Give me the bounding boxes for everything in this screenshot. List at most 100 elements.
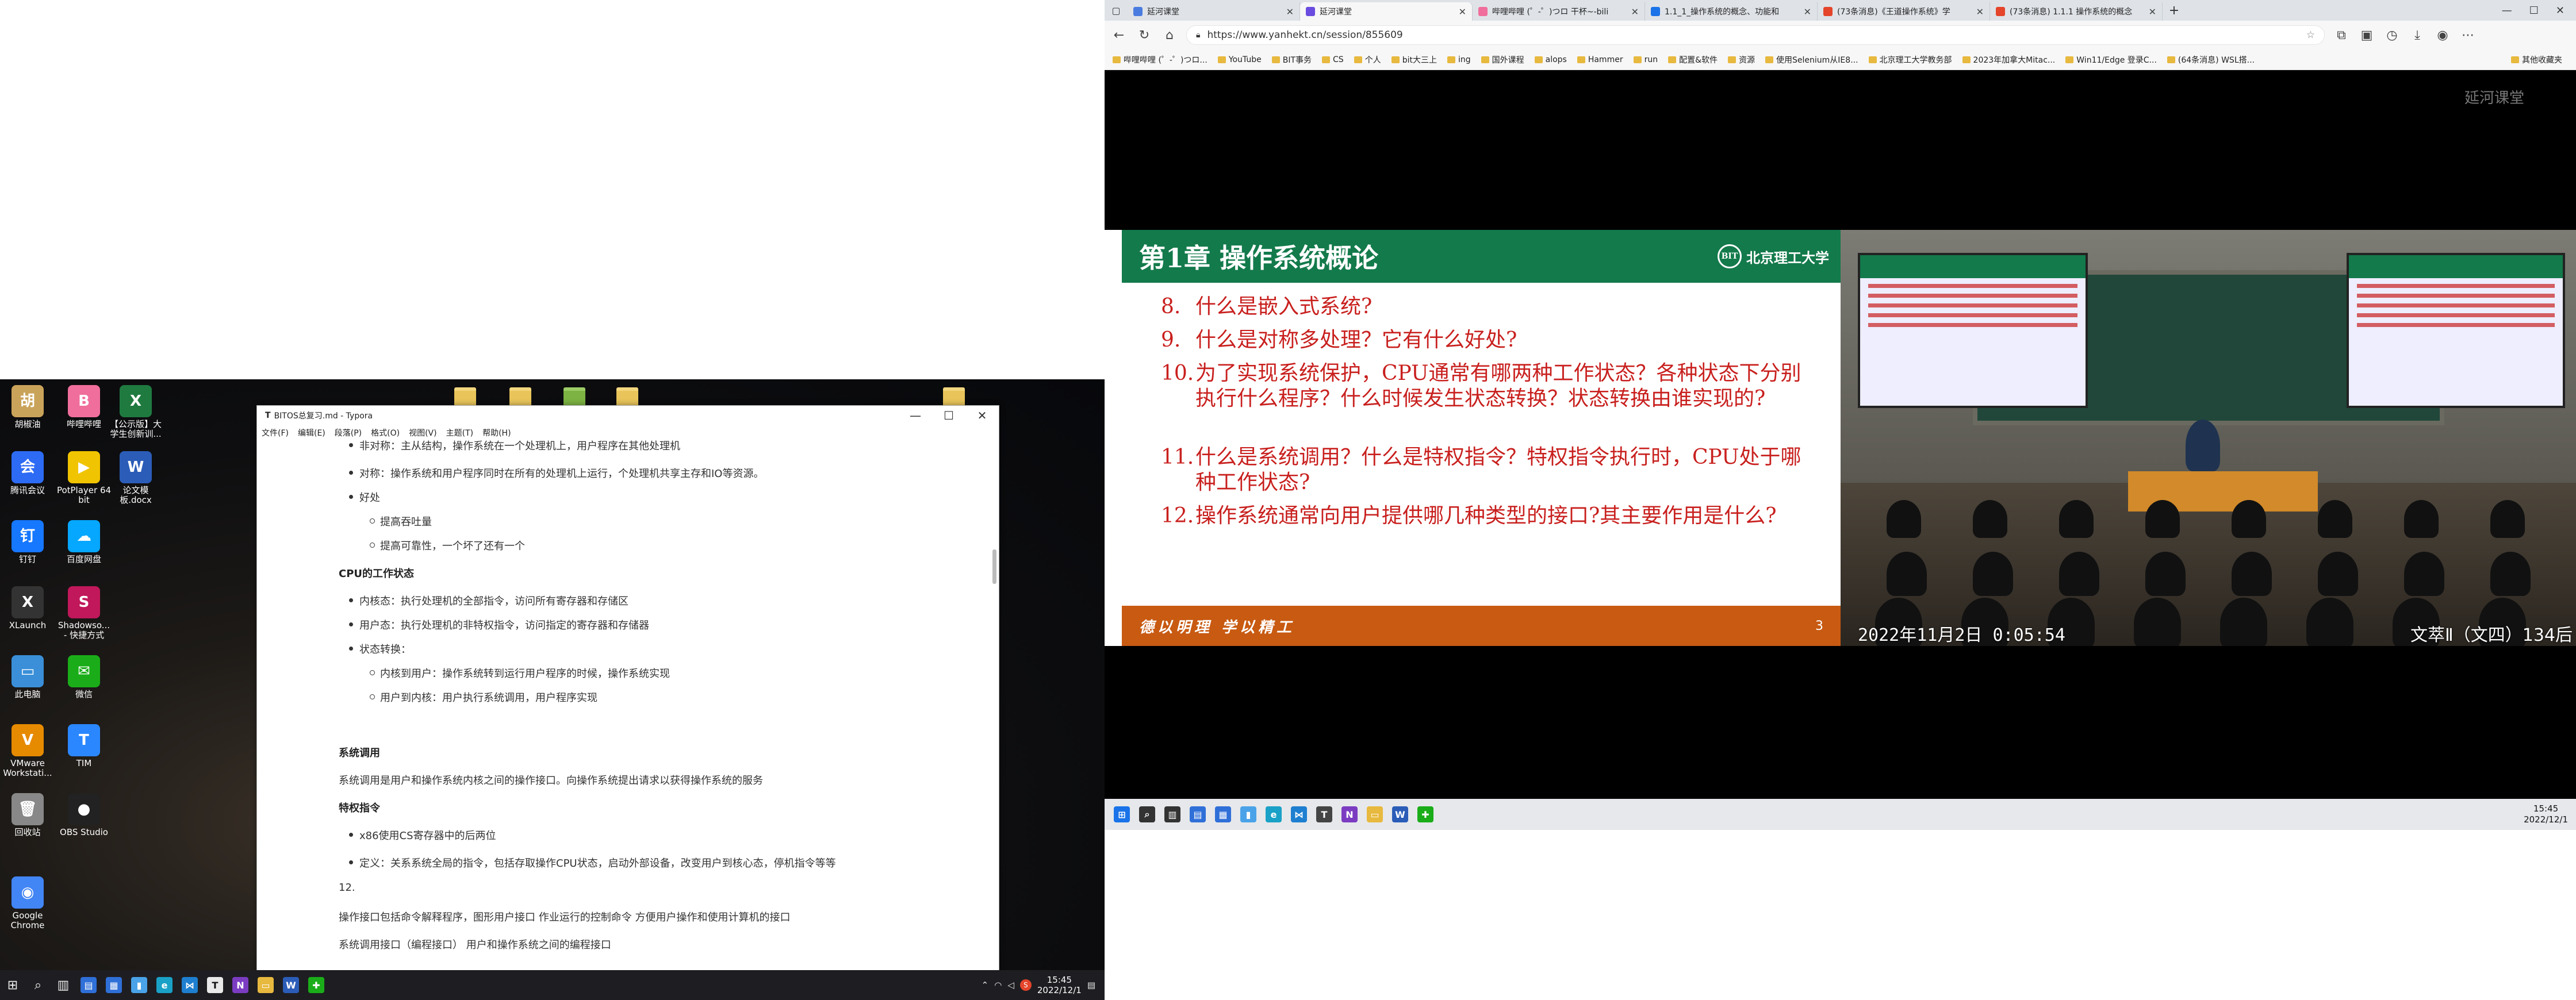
- bookmark-item[interactable]: 配置&软件: [1668, 54, 1718, 66]
- profile-icon[interactable]: ◉: [2434, 28, 2451, 43]
- desktop-shortcut[interactable]: X 【公示版】大学生创新训...: [108, 385, 163, 439]
- desktop-shortcut[interactable]: 钉钉钉: [0, 520, 55, 564]
- desktop-shortcut[interactable]: ☁ 百度网盘: [56, 520, 112, 564]
- close-tab-icon[interactable]: ✕: [1976, 6, 1984, 17]
- menu-item[interactable]: 格式(O): [371, 427, 400, 439]
- bookmark-item[interactable]: Hammer: [1577, 54, 1623, 66]
- tab-actions-icon[interactable]: ▢: [1105, 0, 1128, 21]
- files-taskbar-button[interactable]: ▮: [1236, 799, 1261, 829]
- bookmark-item[interactable]: (64条消息) WSL搭...: [2167, 54, 2255, 66]
- minimize-icon[interactable]: —: [2502, 5, 2512, 17]
- typora-taskbar-button[interactable]: T: [1312, 799, 1337, 829]
- desktop-shortcut[interactable]: W 论文模板.docx: [108, 451, 163, 505]
- calculator-taskbar-button[interactable]: ▦: [1210, 799, 1236, 829]
- files-taskbar-button[interactable]: ▮: [126, 970, 152, 1000]
- bookmark-item[interactable]: 个人: [1354, 54, 1381, 66]
- edge-taskbar-button[interactable]: e: [1261, 799, 1286, 829]
- calculator-taskbar-button[interactable]: ▦: [101, 970, 126, 1000]
- wechat-dev-taskbar-button[interactable]: ✚: [304, 970, 329, 1000]
- menu-item[interactable]: 文件(F): [262, 427, 289, 439]
- history-icon[interactable]: ◷: [2383, 28, 2401, 43]
- bookmark-item[interactable]: 北京理工大学教务部: [1868, 54, 1952, 66]
- edge-taskbar-button[interactable]: e: [152, 970, 177, 1000]
- search-taskbar-button[interactable]: ⌕: [1134, 799, 1160, 829]
- browser-tab[interactable]: 1.1_1_操作系统的概念、功能和 ✕: [1645, 2, 1818, 21]
- bookmark-item[interactable]: alops: [1534, 54, 1567, 66]
- refresh-icon[interactable]: ↻: [1136, 28, 1153, 43]
- menu-item[interactable]: 主题(T): [446, 427, 473, 439]
- typora-window[interactable]: T BITOS总复习.md - Typora — ☐ ✕ 文件(F) 编辑(E) 段…: [256, 405, 999, 971]
- bookmark-item[interactable]: 2023年加拿大Mitac...: [1962, 54, 2055, 66]
- browser-tab[interactable]: 延河课堂 ✕: [1128, 2, 1300, 21]
- desktop-shortcut[interactable]: T TIM: [56, 724, 112, 768]
- favorite-icon[interactable]: ☆: [2306, 29, 2315, 41]
- notification-icon[interactable]: ▤: [1087, 980, 1095, 990]
- ime-icon[interactable]: S: [1019, 979, 1032, 991]
- typora-document[interactable]: 非对称：主从结构，操作系统在一个处理机上，用户程序在其他处理机 对称：操作系统和用…: [257, 440, 987, 971]
- explorer-taskbar-button[interactable]: ▤: [1185, 799, 1210, 829]
- wechat-dev-taskbar-button[interactable]: ✚: [1413, 799, 1438, 829]
- menu-item[interactable]: 视图(V): [409, 427, 437, 439]
- maximize-icon[interactable]: ☐: [2529, 5, 2539, 17]
- browser-tab[interactable]: (73条消息) 1.1.1 操作系统的概念 ✕: [1990, 2, 2163, 21]
- search-icon[interactable]: ⌕: [25, 970, 51, 1000]
- close-icon[interactable]: ✕: [965, 409, 999, 422]
- browser-tab[interactable]: 哔哩哔哩 (゜-゜)つロ 干杯~-bili ✕: [1473, 2, 1645, 21]
- menu-item[interactable]: 段落(P): [335, 427, 362, 439]
- downloads-icon[interactable]: ⤓: [2409, 28, 2426, 43]
- close-icon[interactable]: ✕: [2556, 5, 2564, 17]
- onenote-taskbar-button[interactable]: N: [228, 970, 253, 1000]
- folder-taskbar-button[interactable]: ▭: [1362, 799, 1387, 829]
- desktop-shortcut[interactable]: V VMware Workstati...: [0, 724, 55, 778]
- typora-taskbar-button[interactable]: T: [202, 970, 228, 1000]
- close-tab-icon[interactable]: ✕: [2149, 6, 2156, 17]
- desktop-shortcut[interactable]: B 哔哩哔哩: [56, 385, 112, 429]
- desktop-shortcut[interactable]: 会腾讯会议: [0, 451, 55, 495]
- bookmark-item[interactable]: 使用Selenium从IE8...: [1765, 54, 1858, 66]
- taskview-taskbar-button[interactable]: ▥: [1160, 799, 1185, 829]
- desktop-shortcut[interactable]: ✉ 微信: [56, 655, 112, 699]
- close-tab-icon[interactable]: ✕: [1286, 6, 1294, 17]
- menu-item[interactable]: 帮助(H): [482, 427, 511, 439]
- desktop-shortcut[interactable]: ▭ 此电脑: [0, 655, 55, 699]
- bookmark-item[interactable]: BIT事务: [1271, 54, 1312, 66]
- onenote-taskbar-button[interactable]: N: [1337, 799, 1362, 829]
- lock-icon[interactable]: 🔒︎: [1196, 30, 1200, 40]
- typora-titlebar[interactable]: T BITOS总复习.md - Typora — ☐ ✕: [257, 406, 999, 425]
- back-icon[interactable]: ←: [1110, 28, 1128, 43]
- menu-item[interactable]: 编辑(E): [298, 427, 325, 439]
- desktop-shortcut[interactable]: ● OBS Studio: [56, 793, 112, 837]
- start-icon[interactable]: ⊞: [0, 970, 25, 1000]
- volume-icon[interactable]: ◁: [1007, 980, 1014, 990]
- bookmark-item[interactable]: bit大三上: [1391, 54, 1437, 66]
- desktop-shortcut[interactable]: ▶ PotPlayer 64 bit: [56, 451, 112, 505]
- new-tab-icon[interactable]: +: [2163, 0, 2186, 21]
- network-icon[interactable]: ◠: [994, 980, 1002, 990]
- bookmark-item[interactable]: run: [1633, 54, 1658, 66]
- desktop-shortcut[interactable]: S Shadowso... - 快捷方式: [56, 586, 112, 640]
- extensions-icon[interactable]: ⧉: [2333, 28, 2350, 43]
- folder-taskbar-button[interactable]: ▭: [253, 970, 278, 1000]
- word-taskbar-button[interactable]: W: [1387, 799, 1413, 829]
- bookmark-item[interactable]: YouTube: [1217, 54, 1262, 66]
- close-tab-icon[interactable]: ✕: [1631, 6, 1639, 17]
- desktop-shortcut[interactable]: X XLaunch: [0, 586, 55, 630]
- video-player[interactable]: 延河课堂 第1章 操作系统概论 BIT 北京理工大学 8. 什么是嵌入式系统? 9.…: [1105, 70, 2576, 799]
- browser-tab[interactable]: (73条消息)《王道操作系统》学 ✕: [1818, 2, 1990, 21]
- clock[interactable]: 15:45 2022/12/1: [2524, 803, 2576, 825]
- close-tab-icon[interactable]: ✕: [1804, 6, 1811, 17]
- minimize-icon[interactable]: —: [899, 409, 932, 422]
- desktop-shortcut[interactable]: 🗑 回收站: [0, 793, 55, 837]
- start-taskbar-button[interactable]: ⊞: [1109, 799, 1134, 829]
- close-tab-icon[interactable]: ✕: [1459, 6, 1466, 17]
- word-taskbar-button[interactable]: W: [278, 970, 304, 1000]
- bookmark-item[interactable]: Win11/Edge 登录C...: [2065, 54, 2157, 66]
- desktop-shortcut[interactable]: ◉ Google Chrome: [0, 876, 55, 930]
- task-view-icon[interactable]: ▥: [51, 970, 76, 1000]
- clock[interactable]: 15:45 2022/12/1: [1037, 975, 1082, 995]
- collections-icon[interactable]: ▣: [2358, 28, 2375, 43]
- bookmark-item[interactable]: 资源: [1728, 54, 1755, 66]
- vscode-taskbar-button[interactable]: ⋈: [1286, 799, 1312, 829]
- more-icon[interactable]: ⋯: [2459, 28, 2477, 43]
- typora-scrollbar[interactable]: [992, 549, 996, 584]
